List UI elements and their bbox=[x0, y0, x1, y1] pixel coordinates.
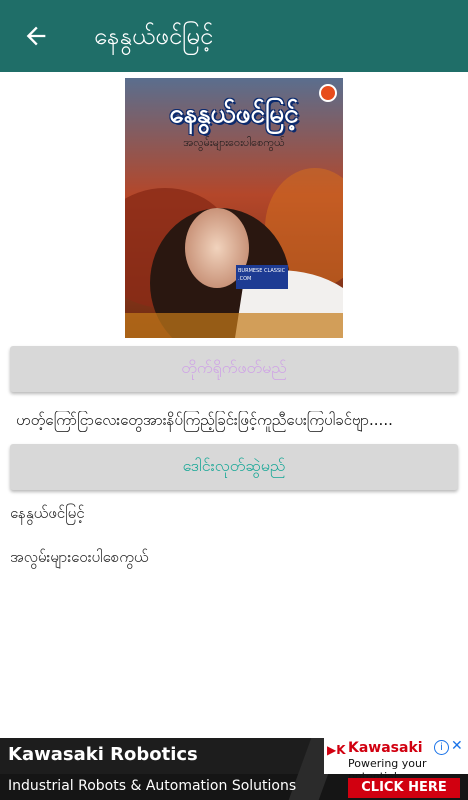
ad-banner[interactable]: Kawasaki Robotics Industrial Robots & Au… bbox=[0, 738, 468, 800]
page-title: နေနွယ်ဖင်မြင့် bbox=[94, 22, 214, 50]
cover-badge: BURMESE CLASSIC .COM bbox=[236, 265, 288, 289]
book-cover-image: နေနွယ်ဖင်မြင့် အလွမ်းများဝေးပါစေကွယ် BUR… bbox=[125, 78, 343, 338]
description-text: ဟတ့်ကြော်ငြာလေးတွေအားနိပ်ကြည့်ခြင်းဖြင့်… bbox=[16, 411, 393, 429]
ad-subline[interactable]: Industrial Robots & Automation Solutions bbox=[8, 778, 296, 794]
author-text: နေနွယ်ဖင်မြင့် bbox=[10, 504, 85, 522]
download-button[interactable]: ဒေါင်းလုတ်ဆွဲမည် bbox=[10, 444, 458, 490]
kawasaki-k-logo-icon: ▶K bbox=[327, 743, 346, 757]
ad-cta-button[interactable]: CLICK HERE bbox=[348, 778, 460, 798]
book-title-text: အလွမ်းများဝေးပါစေကွယ် bbox=[10, 548, 149, 566]
arrow-back-icon[interactable] bbox=[22, 22, 50, 50]
ad-brand: Kawasaki bbox=[348, 740, 423, 756]
cover-title: နေနွယ်ဖင်မြင့် bbox=[169, 99, 299, 129]
ad-headline[interactable]: Kawasaki Robotics bbox=[8, 744, 198, 765]
cover-subtitle: အလွမ်းများဝေးပါစေကွယ် bbox=[183, 136, 285, 149]
ad-info-icon[interactable]: i bbox=[434, 740, 449, 755]
ad-close-icon[interactable]: ✕ bbox=[451, 738, 463, 754]
read-online-button[interactable]: တိုက်ရိုက်ဖတ်မည် bbox=[10, 346, 458, 392]
app-bar: နေနွယ်ဖင်မြင့် bbox=[0, 0, 468, 72]
